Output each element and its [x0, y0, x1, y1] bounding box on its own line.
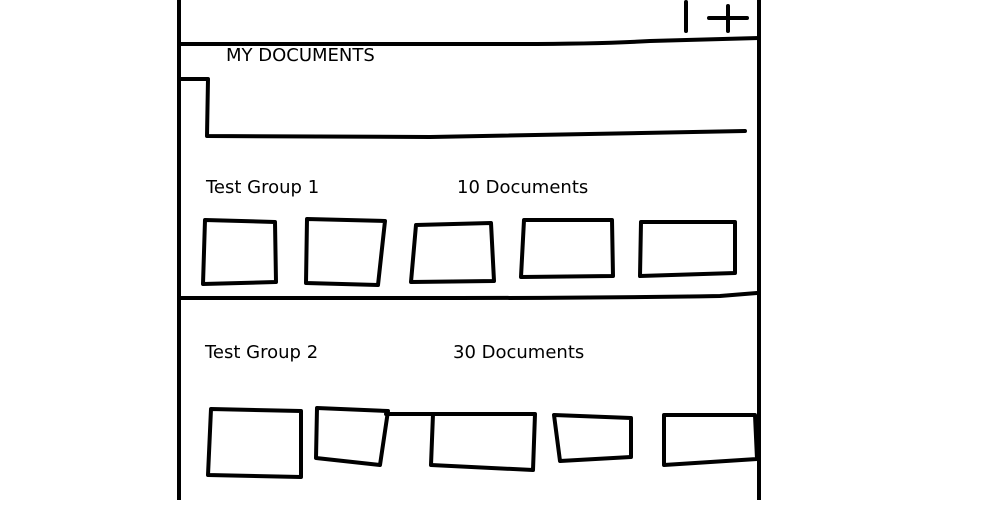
plus-icon[interactable]: [707, 4, 749, 33]
documents-bar: [178, 77, 747, 139]
document-thumbnail[interactable]: [552, 413, 633, 463]
group-1-name[interactable]: Test Group 1: [206, 179, 319, 197]
document-thumbnail[interactable]: [519, 218, 615, 279]
document-thumbnail[interactable]: [384, 412, 537, 472]
group-2-document-count: 30 Documents: [453, 342, 585, 363]
wireframe-screen: MY DOCUMENTS Test Group 1 10 Documents T…: [0, 0, 1000, 502]
document-thumbnail[interactable]: [409, 221, 496, 284]
document-thumbnail[interactable]: [201, 218, 278, 286]
document-thumbnail[interactable]: [638, 220, 737, 278]
document-thumbnail[interactable]: [206, 407, 303, 479]
group-1-document-count: 10 Documents: [457, 177, 589, 198]
header-divider: [178, 36, 761, 46]
document-thumbnail[interactable]: [304, 217, 387, 287]
group-1-thumbnails: [201, 217, 737, 287]
document-thumbnail[interactable]: [662, 413, 759, 467]
group-2-name[interactable]: Test Group 2: [205, 344, 318, 362]
group-2-thumbnails: [206, 406, 759, 479]
group-1-divider: [178, 291, 759, 300]
wireframe-sketch: [177, 0, 761, 502]
page-title: MY DOCUMENTS: [226, 45, 375, 66]
document-thumbnail[interactable]: [314, 406, 390, 467]
